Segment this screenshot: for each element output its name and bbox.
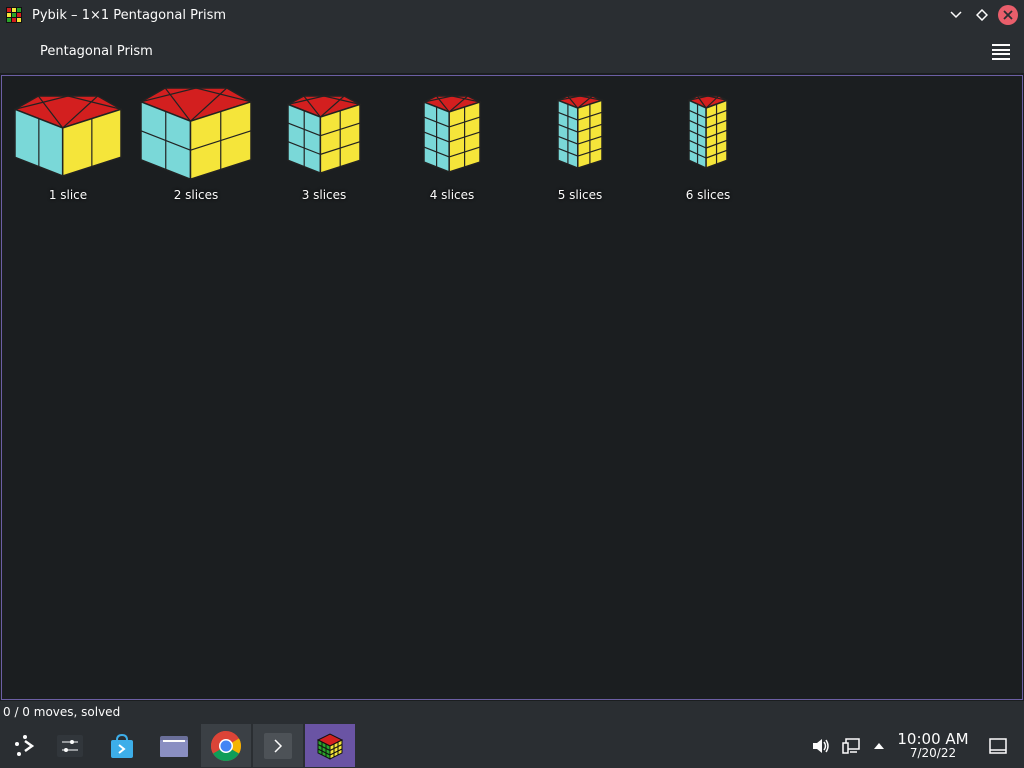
window-title: Pybik – 1×1 Pentagonal Prism <box>32 7 227 23</box>
puzzle-thumbnail-1[interactable]: 1 slice <box>8 86 128 202</box>
puzzle-label: 2 slices <box>173 188 219 202</box>
pentagonal-prism-icon <box>13 95 123 178</box>
taskbar: 10:00 AM 7/20/22 <box>0 723 1024 768</box>
terminal-icon <box>264 732 292 759</box>
puzzle-label: 3 slices <box>301 188 347 202</box>
pybik-button[interactable] <box>305 724 355 767</box>
network-icon <box>842 737 860 754</box>
close-icon <box>1003 10 1013 20</box>
puzzle-thumbnail-4[interactable]: 4 slices <box>392 86 512 202</box>
show-desktop-icon <box>989 737 1007 754</box>
clock-date: 7/20/22 <box>909 746 957 760</box>
discover-store-icon <box>111 733 133 758</box>
pentagonal-prism-icon <box>687 95 729 170</box>
chrome-button[interactable] <box>201 724 251 767</box>
discover-store-button[interactable] <box>97 724 147 767</box>
puzzle-thumbnail-5[interactable]: 5 slices <box>520 86 640 202</box>
diamond-icon <box>976 9 988 21</box>
application-launcher-button[interactable] <box>0 724 50 767</box>
volume-button[interactable] <box>808 723 834 768</box>
status-text: 0 / 0 moves, solved <box>3 705 121 719</box>
system-settings-button[interactable] <box>45 724 95 767</box>
pentagonal-prism-icon <box>139 87 253 181</box>
hamburger-menu-icon[interactable] <box>992 44 1010 60</box>
pybik-app-icon <box>6 7 22 23</box>
puzzle-thumbnail-6[interactable]: 6 slices <box>648 86 768 202</box>
clock-time: 10:00 AM <box>897 730 969 748</box>
pentagonal-prism-icon <box>556 95 605 170</box>
puzzle-label: 6 slices <box>685 188 731 202</box>
maximize-button[interactable] <box>972 5 992 25</box>
puzzle-thumbnail-2[interactable]: 2 slices <box>136 86 256 202</box>
terminal-button[interactable] <box>253 724 303 767</box>
toolbar-title: Pentagonal Prism <box>40 44 153 59</box>
system-settings-icon <box>57 734 83 757</box>
puzzle-thumbnail-3[interactable]: 3 slices <box>264 86 384 202</box>
file-manager-icon <box>160 735 188 757</box>
puzzle-selection-area: 1 slice 2 slices 3 slices 4 slices 5 slices 6… <box>1 75 1023 700</box>
chevron-down-icon <box>950 11 962 19</box>
puzzle-label: 5 slices <box>557 188 603 202</box>
volume-icon <box>813 738 829 753</box>
digital-clock[interactable]: 10:00 AM 7/20/22 <box>893 723 973 768</box>
chevron-up-icon <box>874 742 884 749</box>
expand-tray-button[interactable] <box>867 723 891 768</box>
pybik-icon <box>316 732 344 760</box>
puzzle-label: 1 slice <box>48 188 88 202</box>
close-button[interactable] <box>998 5 1018 25</box>
chrome-icon <box>210 730 242 761</box>
application-launcher-icon <box>15 734 35 756</box>
pentagonal-prism-icon <box>286 95 362 175</box>
window-titlebar[interactable]: Pybik – 1×1 Pentagonal Prism <box>0 0 1024 30</box>
file-manager-button[interactable] <box>149 724 199 767</box>
network-button[interactable] <box>838 723 864 768</box>
status-bar: 0 / 0 moves, solved <box>0 701 1024 723</box>
toolbar: Pentagonal Prism <box>0 30 1024 74</box>
show-desktop-button[interactable] <box>984 723 1012 768</box>
pentagonal-prism-icon <box>422 95 482 174</box>
minimize-button[interactable] <box>946 5 966 25</box>
puzzle-label: 4 slices <box>429 188 475 202</box>
